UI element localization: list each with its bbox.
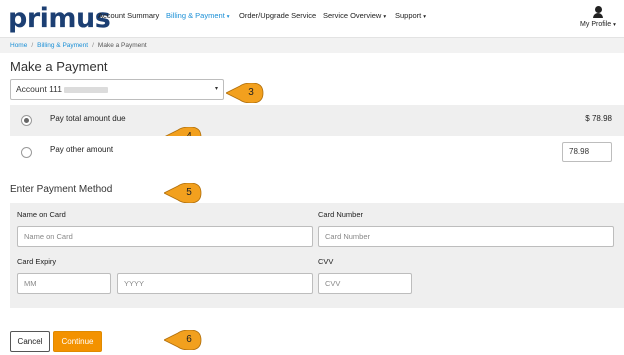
masked-account-number bbox=[64, 86, 108, 93]
continue-button[interactable]: Continue bbox=[53, 331, 102, 352]
pay-other-radio[interactable] bbox=[21, 147, 32, 158]
pay-other-option[interactable]: Pay other amount 78.98 bbox=[10, 136, 624, 169]
breadcrumb: Home / Billing & Payment / Make a Payment bbox=[0, 38, 624, 53]
nav-support-label: Support bbox=[395, 11, 422, 20]
other-amount-input[interactable]: 78.98 bbox=[562, 142, 612, 162]
callout-marker-3: 3 bbox=[226, 83, 266, 103]
chevron-down-icon: ▾ bbox=[383, 14, 387, 20]
chevron-down-icon: ▾ bbox=[423, 14, 427, 20]
account-select[interactable]: Account 111 ▾ bbox=[10, 79, 224, 100]
card-number-label: Card Number bbox=[318, 210, 364, 219]
nav-service-overview[interactable]: Service Overview ▾ bbox=[323, 11, 386, 20]
pay-total-option[interactable]: Pay total amount due $ 78.98 bbox=[10, 105, 624, 136]
my-profile-menu[interactable]: My Profile ▾ bbox=[576, 6, 620, 28]
nav-support[interactable]: Support ▾ bbox=[395, 11, 426, 20]
breadcrumb-separator: / bbox=[31, 42, 34, 49]
breadcrumb-current: Make a Payment bbox=[97, 42, 147, 49]
callout-number: 3 bbox=[248, 87, 254, 98]
cvv-input[interactable]: CVV bbox=[318, 273, 412, 294]
expiry-month-input[interactable]: MM bbox=[17, 273, 111, 294]
chevron-down-icon: ▾ bbox=[214, 86, 218, 92]
nav-billing-payment[interactable]: Billing & Payment ▾ bbox=[166, 11, 230, 20]
chevron-down-icon: ▾ bbox=[613, 22, 616, 28]
account-select-value: Account 111 bbox=[16, 84, 62, 94]
nav-order-upgrade[interactable]: Order/Upgrade Service bbox=[239, 11, 316, 20]
pay-total-radio[interactable] bbox=[21, 115, 32, 126]
breadcrumb-billing[interactable]: Billing & Payment bbox=[37, 42, 88, 49]
my-profile-label: My Profile bbox=[580, 21, 612, 28]
name-on-card-input[interactable]: Name on Card bbox=[17, 226, 313, 247]
total-amount-due: $ 78.98 bbox=[585, 114, 612, 123]
payment-method-panel: Name on Card Name on Card Card Number Ca… bbox=[10, 203, 624, 308]
card-number-input[interactable]: Card Number bbox=[318, 226, 614, 247]
expiry-year-input[interactable]: YYYY bbox=[117, 273, 313, 294]
callout-marker-5: 5 bbox=[164, 183, 204, 203]
breadcrumb-separator: / bbox=[92, 42, 94, 49]
cvv-label: CVV bbox=[318, 257, 334, 266]
chevron-down-icon: ▾ bbox=[226, 14, 230, 20]
nav-account-summary[interactable]: Account Summary bbox=[98, 11, 159, 20]
callout-marker-6: 6 bbox=[164, 330, 204, 350]
name-on-card-label: Name on Card bbox=[17, 210, 66, 219]
nav-billing-payment-label: Billing & Payment bbox=[166, 11, 225, 20]
pay-other-label: Pay other amount bbox=[50, 145, 114, 154]
pay-total-label: Pay total amount due bbox=[50, 114, 126, 123]
primus-logo[interactable]: primus bbox=[8, 4, 111, 34]
nav-order-upgrade-label: Order/Upgrade Service bbox=[239, 11, 317, 20]
card-expiry-label: Card Expiry bbox=[17, 257, 57, 266]
callout-number: 5 bbox=[186, 187, 192, 198]
nav-account-summary-label: Account Summary bbox=[98, 11, 160, 20]
user-icon bbox=[593, 6, 603, 19]
payment-method-title: Enter Payment Method bbox=[10, 184, 113, 195]
nav-service-overview-label: Service Overview bbox=[323, 11, 382, 20]
cancel-button[interactable]: Cancel bbox=[10, 331, 50, 352]
top-navbar: primus Account Summary Billing & Payment… bbox=[0, 0, 624, 38]
callout-number: 6 bbox=[186, 334, 192, 345]
breadcrumb-home[interactable]: Home bbox=[10, 42, 27, 49]
page-title: Make a Payment bbox=[10, 59, 108, 74]
